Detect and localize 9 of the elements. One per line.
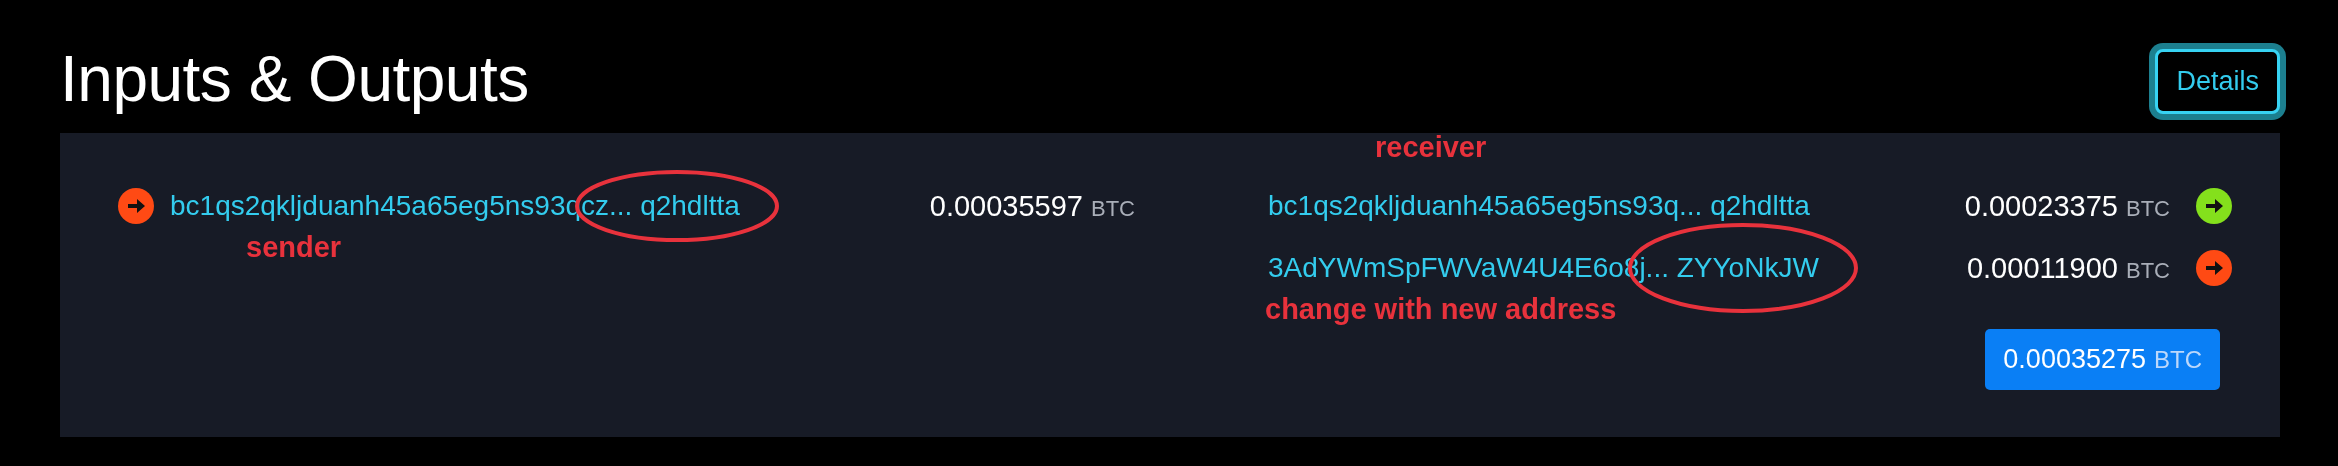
annotation-label: sender [246,231,342,264]
annotation-label: receiver [1375,131,1487,164]
amount-text: 0.00023375 BTC [1964,189,2170,223]
address-link[interactable]: bc1qs2qkljduanh45a65eg5ns93q... q2hdltta [1268,190,1810,222]
total-amount-button[interactable]: 0.00035275 BTC [1985,329,2220,390]
amount-text: 0.00011900 BTC [1966,251,2170,285]
amount-text: 0.00035597 BTC [929,189,1135,223]
annotation-label: change with new address [1265,293,1617,326]
section-title: Inputs & Outputs [60,42,529,116]
